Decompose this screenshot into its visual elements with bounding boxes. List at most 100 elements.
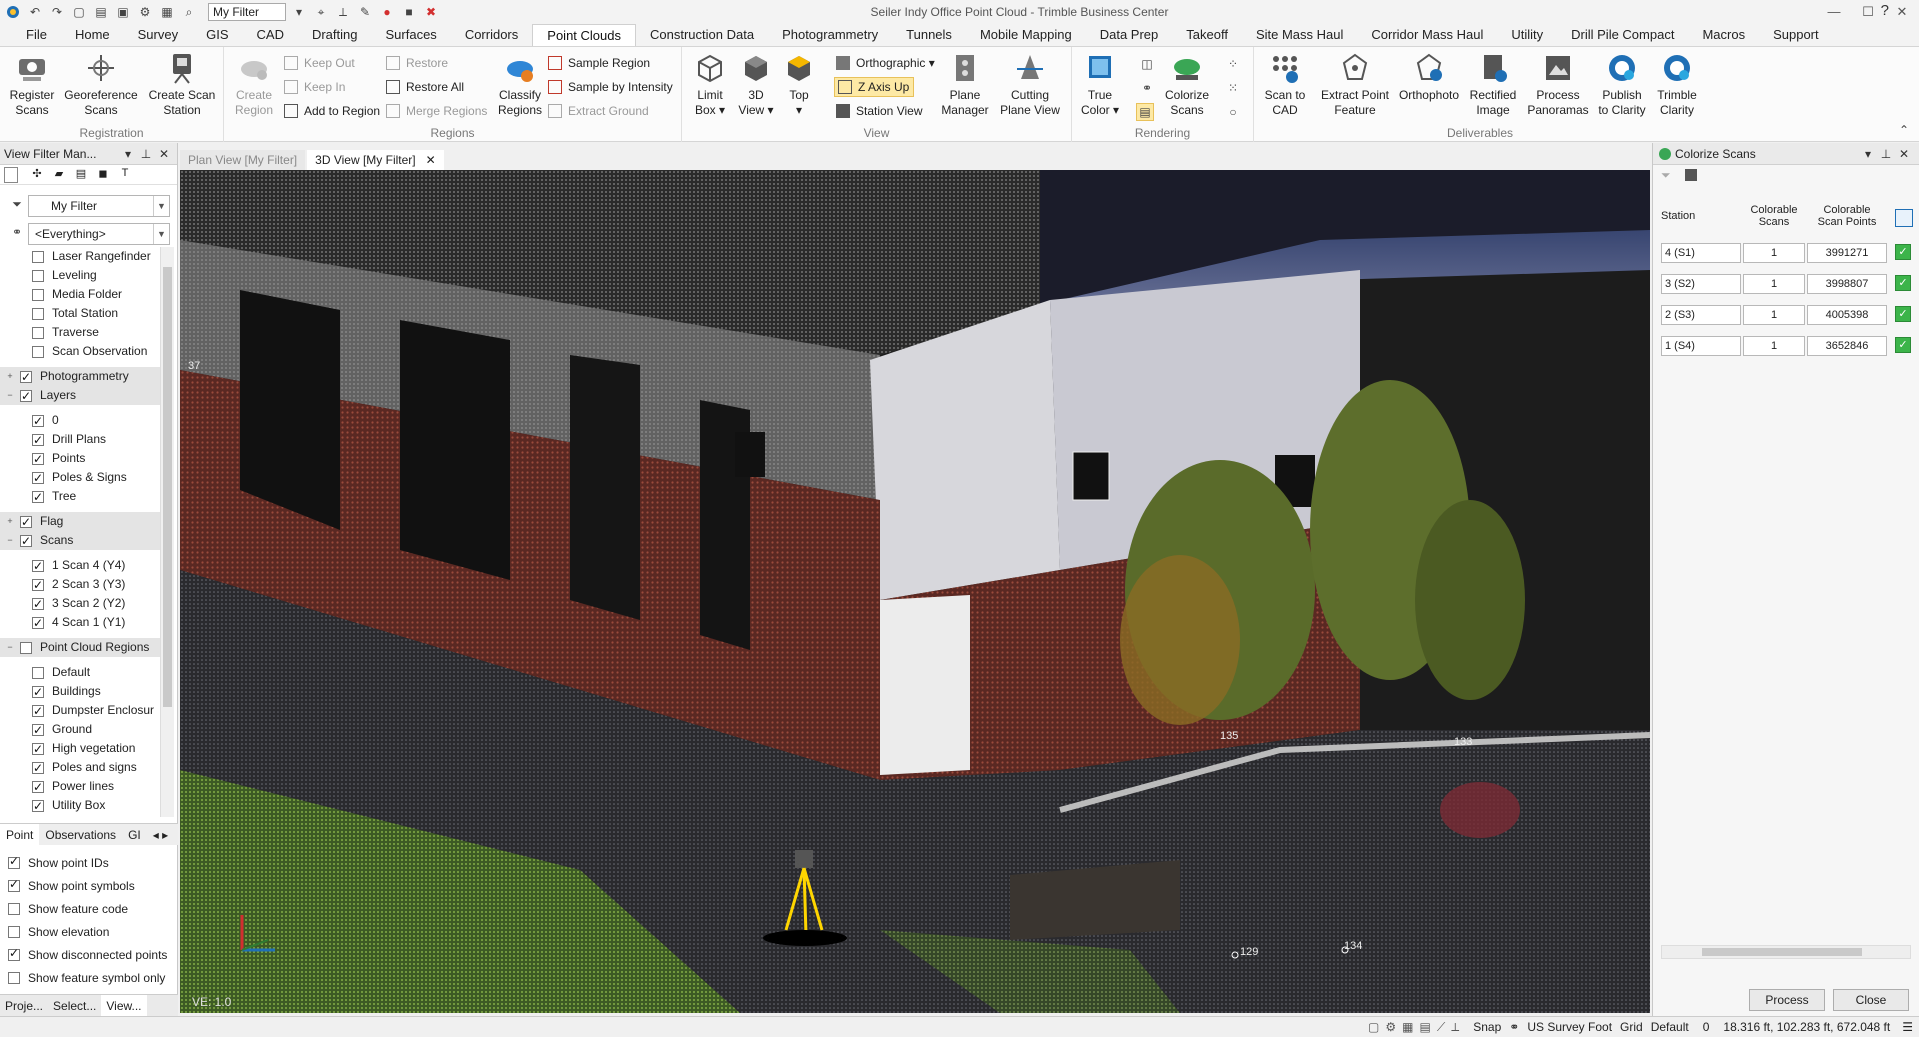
tree-checkbox[interactable] <box>32 595 44 614</box>
redo-icon[interactable]: ↷ <box>48 3 66 21</box>
doc-tab[interactable]: Plan View [My Filter] <box>180 150 306 170</box>
tree-checkbox[interactable] <box>32 702 44 721</box>
filter-icon[interactable]: ▾ <box>290 3 308 21</box>
filter-funnel-icon[interactable]: ⏷ <box>1661 168 1671 183</box>
register-scans-button[interactable]: Register Scans <box>6 51 58 118</box>
close-red-icon[interactable]: ✖ <box>422 3 440 21</box>
process-panoramas-button[interactable]: Process Panoramas <box>1526 51 1590 118</box>
filter-tool-icon[interactable] <box>4 166 18 183</box>
menu-tab-file[interactable]: File <box>12 24 61 46</box>
tree-checkbox[interactable] <box>32 576 44 595</box>
row-checkbox[interactable]: ✓ <box>1895 337 1911 353</box>
close-button[interactable]: Close <box>1833 989 1909 1011</box>
add-to-region-button[interactable]: Add to Region <box>284 101 380 121</box>
menu-tab-site-mass-haul[interactable]: Site Mass Haul <box>1242 24 1357 46</box>
option-checkbox[interactable] <box>8 903 20 915</box>
tree-checkbox[interactable] <box>32 557 44 576</box>
close-icon[interactable]: ✕ <box>1885 0 1919 24</box>
tree-checkbox[interactable] <box>20 641 32 654</box>
sample-by-intensity-button[interactable]: Sample by Intensity <box>548 77 673 97</box>
menu-tab-construction-data[interactable]: Construction Data <box>636 24 768 46</box>
menu-tab-takeoff[interactable]: Takeoff <box>1172 24 1242 46</box>
menu-tab-cad[interactable]: CAD <box>243 24 298 46</box>
tree-group[interactable]: − Layers <box>0 386 160 406</box>
tree-checkbox[interactable] <box>32 683 44 702</box>
colorize-scans-button[interactable]: Colorize Scans <box>1162 51 1212 118</box>
expand-icon[interactable]: + <box>4 512 16 531</box>
tree-checkbox[interactable] <box>32 488 44 507</box>
tree-checkbox[interactable] <box>32 759 44 778</box>
top-view-button[interactable]: Top ▾ <box>782 51 816 118</box>
tree-item[interactable]: Poles and signs <box>0 758 160 778</box>
tree-item[interactable]: Ground <box>0 720 160 740</box>
select-all-icon[interactable] <box>1895 209 1913 227</box>
tree-item[interactable]: Default <box>0 663 160 682</box>
tree-item[interactable]: Total Station <box>0 304 160 323</box>
point-label[interactable]: 134 <box>1344 940 1362 952</box>
tree-checkbox[interactable] <box>32 721 44 740</box>
tag-tool-icon[interactable]: T <box>114 167 136 183</box>
close-tab-icon[interactable]: ✕ <box>426 153 436 167</box>
tree-item[interactable]: Utility Box <box>0 796 160 816</box>
option-checkbox[interactable] <box>8 854 20 869</box>
merge-regions-button[interactable]: Merge Regions <box>386 101 487 121</box>
extract-point-feature-button[interactable]: Extract Point Feature <box>1318 51 1392 118</box>
help-icon[interactable]: ? <box>1881 2 1889 19</box>
move-tool-icon[interactable]: ✣ <box>26 167 48 183</box>
tree-checkbox[interactable] <box>32 250 44 263</box>
collapse-icon[interactable]: − <box>4 638 16 657</box>
expand-icon[interactable]: + <box>4 367 16 386</box>
3d-view-viewport[interactable]: 129 134 133 135 37 VE: 1.0 <box>180 170 1650 1013</box>
tree-checkbox[interactable] <box>32 431 44 450</box>
panel-menu-icon[interactable]: ▾ <box>119 147 137 161</box>
row-checkbox[interactable]: ✓ <box>1895 275 1911 291</box>
render-highlight-icon[interactable]: ▤ <box>1136 103 1154 121</box>
render-filter-icon[interactable]: ⚭ <box>1138 79 1156 97</box>
option-checkbox[interactable] <box>8 946 20 961</box>
option-checkbox[interactable] <box>8 972 20 984</box>
orthographic-dropdown[interactable]: Orthographic ▾ <box>836 53 935 73</box>
menu-tab-corridors[interactable]: Corridors <box>451 24 532 46</box>
layer-tool-icon[interactable]: ▰ <box>48 167 70 183</box>
create-region-button[interactable]: Create Region <box>232 51 276 118</box>
tree-checkbox[interactable] <box>32 345 44 358</box>
option-row[interactable]: Show disconnected points <box>8 945 167 965</box>
tree-group[interactable]: + Flag <box>0 512 160 532</box>
tree-item[interactable]: Poles & Signs <box>0 468 160 488</box>
cube-tool-icon[interactable]: ◼ <box>92 167 114 183</box>
true-color-button[interactable]: True Color ▾ <box>1078 51 1122 118</box>
tree-group[interactable]: + Photogrammetry <box>0 367 160 387</box>
point-label[interactable]: 133 <box>1454 736 1472 748</box>
tree-item[interactable]: 0 <box>0 411 160 431</box>
publish-to-clarity-button[interactable]: Publish to Clarity <box>1596 51 1648 118</box>
tree-checkbox[interactable] <box>32 288 44 301</box>
menu-tab-tunnels[interactable]: Tunnels <box>892 24 966 46</box>
minimize-icon[interactable]: — <box>1817 0 1851 24</box>
tree-item[interactable]: Buildings <box>0 682 160 702</box>
tree-item[interactable]: Traverse <box>0 323 160 342</box>
tree-item[interactable]: Laser Rangefinder <box>0 247 160 266</box>
snap-toggle[interactable]: Snap <box>1473 1020 1501 1034</box>
option-row[interactable]: Show feature symbol only <box>8 968 165 988</box>
tree-checkbox[interactable] <box>32 614 44 633</box>
tree-checkbox[interactable] <box>20 387 32 406</box>
menu-tab-point-clouds[interactable]: Point Clouds <box>532 24 636 46</box>
georeference-scans-button[interactable]: Georeference Scans <box>64 51 138 118</box>
restore-all-button[interactable]: Restore All <box>386 77 464 97</box>
option-tab-point[interactable]: Point <box>0 824 40 845</box>
new-project-icon[interactable]: ▢ <box>70 3 88 21</box>
tree-item[interactable]: Leveling <box>0 266 160 285</box>
option-row[interactable]: Show feature code <box>8 899 128 919</box>
panel-close-icon[interactable]: ✕ <box>1895 147 1913 161</box>
scrollbar-thumb[interactable] <box>1702 948 1862 956</box>
create-scan-station-button[interactable]: Create Scan Station <box>144 51 220 118</box>
sample-region-button[interactable]: Sample Region <box>548 53 650 73</box>
horizontal-scrollbar[interactable] <box>1661 945 1911 959</box>
option-row[interactable]: Show point IDs <box>8 853 109 873</box>
menu-tab-survey[interactable]: Survey <box>124 24 192 46</box>
tree-group[interactable]: − Scans <box>0 531 160 551</box>
menu-tab-utility[interactable]: Utility <box>1497 24 1557 46</box>
process-button[interactable]: Process <box>1749 989 1825 1011</box>
doc-tab[interactable]: 3D View [My Filter] ✕ <box>307 150 444 170</box>
stack-tool-icon[interactable]: ▤ <box>70 167 92 183</box>
